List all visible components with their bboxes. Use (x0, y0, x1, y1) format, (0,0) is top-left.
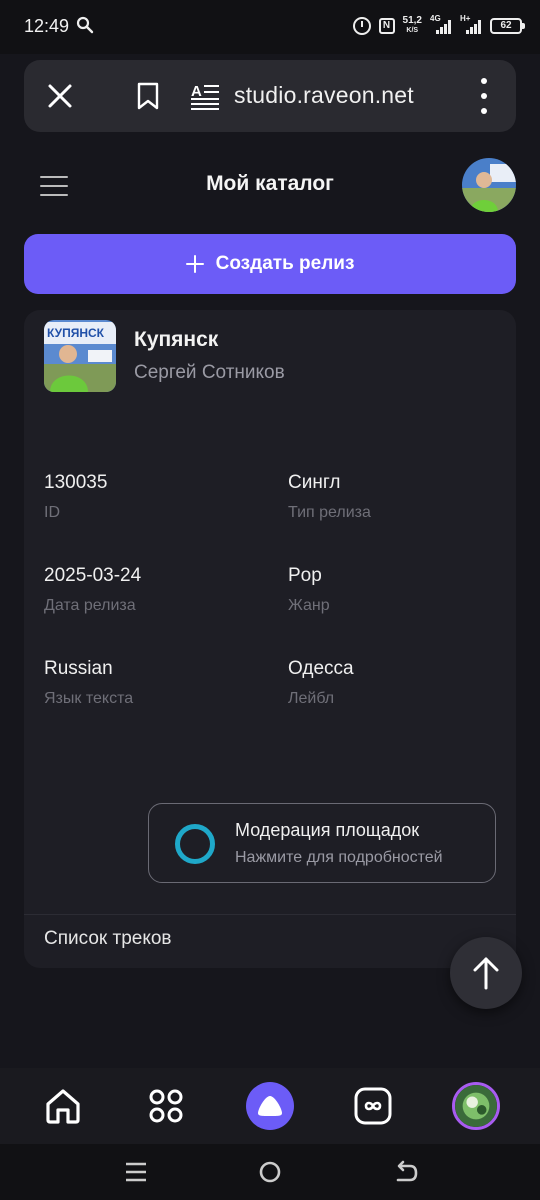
field-label-name: Одесса Лейбл (288, 658, 354, 708)
close-icon[interactable] (46, 82, 74, 110)
signal-label-2: H+ (460, 14, 471, 23)
divider (24, 914, 516, 915)
field-value: Russian (44, 658, 113, 679)
system-nav-bar (0, 1144, 540, 1200)
field-release-type: Сингл Тип релиза (288, 472, 371, 522)
field-label: Жанр (288, 597, 330, 614)
field-value: 130035 (44, 472, 108, 493)
grid-icon[interactable] (140, 1080, 192, 1132)
avatar[interactable] (462, 158, 516, 212)
moderation-subtitle: Нажмите для подробностей (235, 849, 443, 866)
field-value: Pop (288, 565, 322, 586)
field-value: 2025-03-24 (44, 565, 142, 586)
page-title: Мой каталог (206, 172, 334, 195)
status-bar: 12:49 N 51,2 K/S 4G H+ 62 (0, 0, 540, 54)
moderation-button[interactable]: Модерация площадок Нажмите для подробнос… (148, 803, 496, 883)
bookmark-icon[interactable] (136, 82, 160, 110)
url-text[interactable]: studio.raveon.net (234, 82, 414, 109)
moderation-status-icon (175, 824, 215, 864)
recent-apps-icon[interactable] (122, 1158, 150, 1186)
home-icon[interactable] (37, 1080, 89, 1132)
create-release-button[interactable]: Создать релиз (24, 234, 516, 294)
scroll-top-button[interactable] (450, 937, 522, 1009)
moderation-title: Модерация площадок (235, 820, 420, 840)
alarm-icon (352, 17, 371, 35)
infinity-icon[interactable] (347, 1080, 399, 1132)
field-label: Язык текста (44, 690, 134, 707)
browser-url-bar: A studio.raveon.net (24, 60, 516, 132)
home-circle-icon[interactable] (256, 1158, 284, 1186)
search-icon (76, 16, 94, 34)
net-speed-unit: K/S (406, 27, 419, 34)
release-cover: КУПЯНСК (44, 320, 116, 392)
field-label: ID (44, 504, 60, 521)
field-value: Сингл (288, 472, 341, 493)
status-time: 12:49 (24, 16, 70, 36)
field-language: Russian Язык текста (44, 658, 133, 708)
signal-icon: 4G (430, 14, 452, 34)
field-label: Дата релиза (44, 597, 136, 614)
release-artist: Сергей Сотников (134, 362, 285, 383)
track-list-toggle[interactable]: Список треков (44, 928, 172, 950)
field-label: Тип релиза (288, 504, 371, 521)
battery-icon: 62 (490, 18, 525, 34)
field-release-date: 2025-03-24 Дата релиза (44, 565, 141, 615)
cover-text: КУПЯНСК (47, 326, 105, 340)
plus-icon (185, 255, 204, 273)
signal-icon-2: H+ (460, 14, 482, 34)
field-id: 130035 ID (44, 472, 107, 522)
back-icon[interactable] (392, 1158, 420, 1186)
app-header: Мой каталог (0, 150, 540, 222)
alice-icon[interactable] (246, 1082, 294, 1130)
create-release-label: Создать релиз (215, 253, 355, 274)
field-genre: Pop Жанр (288, 565, 330, 615)
field-value: Одесса (288, 658, 354, 679)
arrow-up-icon (473, 957, 499, 990)
profile-avatar[interactable] (452, 1082, 500, 1130)
signal-label: 4G (430, 14, 441, 23)
release-title: Купянск (134, 328, 219, 351)
nfc-icon: N (378, 18, 395, 34)
net-speed: 51,2 K/S (403, 16, 422, 36)
field-label: Лейбл (288, 690, 335, 707)
net-speed-value: 51,2 (402, 15, 422, 26)
bottom-nav (0, 1068, 540, 1144)
svg-text:A: A (191, 83, 202, 100)
more-vert-icon[interactable] (480, 78, 488, 114)
release-card[interactable]: КУПЯНСК Купянск Сергей Сотников 130035 I… (24, 310, 516, 968)
reader-mode-icon[interactable]: A (190, 82, 220, 110)
